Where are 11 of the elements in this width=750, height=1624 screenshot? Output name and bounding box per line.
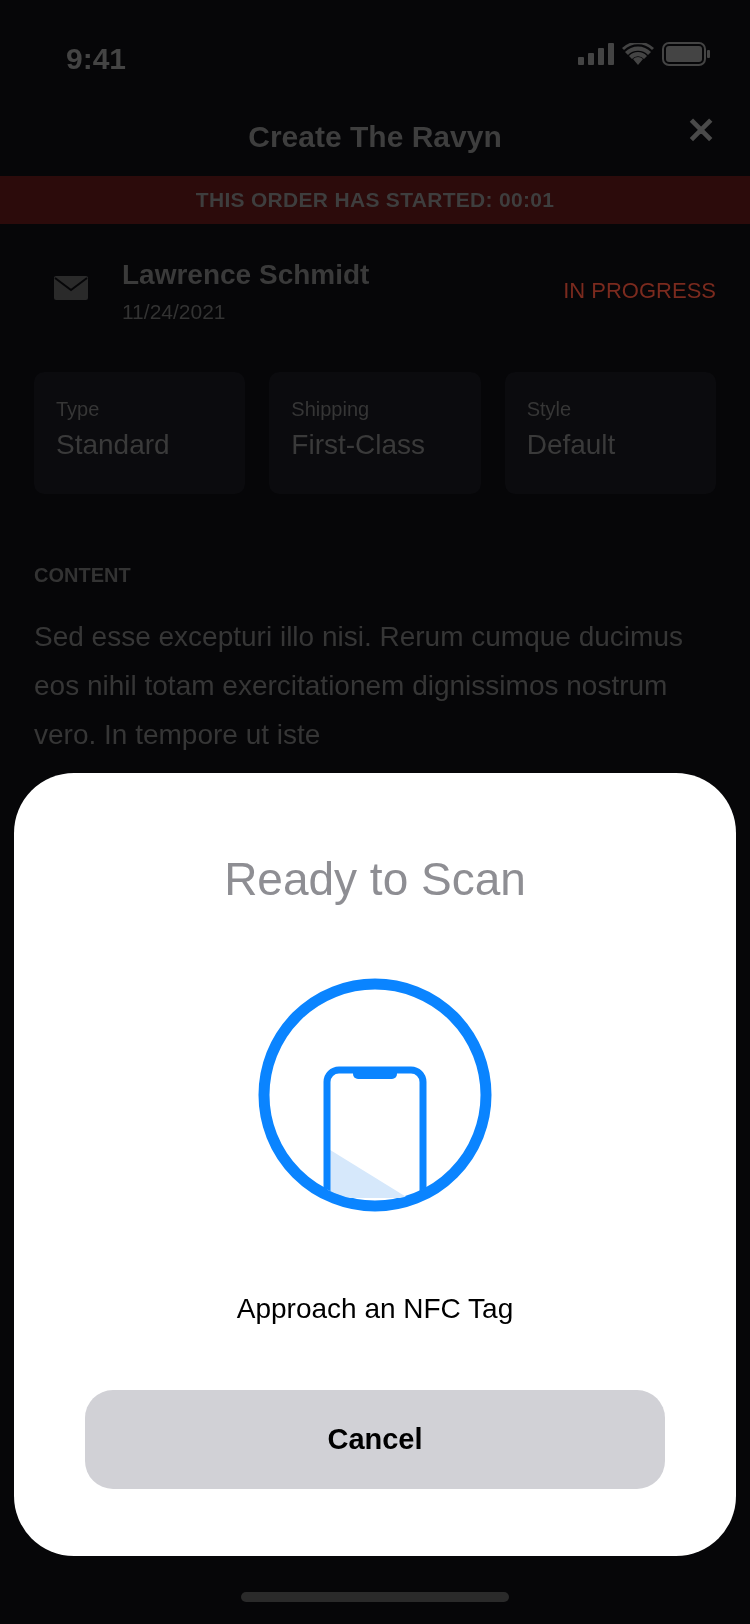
order-status: IN PROGRESS — [563, 277, 716, 305]
battery-icon — [662, 42, 710, 66]
sheet-title: Ready to Scan — [224, 852, 526, 907]
status-time: 9:41 — [66, 41, 127, 77]
signal-icon — [578, 43, 614, 65]
wifi-icon — [622, 43, 654, 65]
sheet-message: Approach an NFC Tag — [236, 1292, 514, 1326]
envelope-icon — [54, 276, 88, 300]
phone-scan-icon — [258, 978, 492, 1212]
cancel-button[interactable]: Cancel — [85, 1390, 665, 1489]
screen-title: Create The Ravyn — [248, 118, 502, 155]
